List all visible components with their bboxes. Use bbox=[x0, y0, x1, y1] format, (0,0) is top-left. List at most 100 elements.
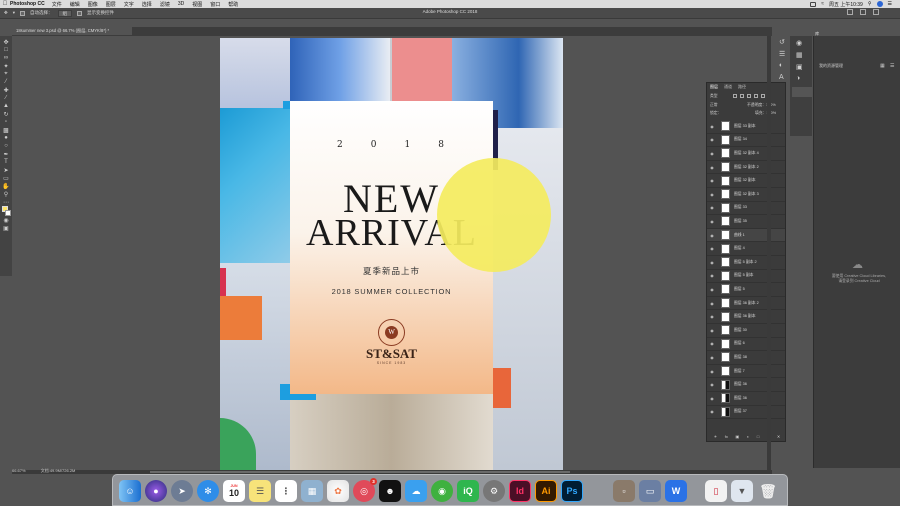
visibility-eye-icon[interactable]: ◉ bbox=[709, 205, 715, 210]
layer-row[interactable]: ◉ 图层 34 bbox=[707, 134, 785, 148]
layer-row[interactable]: ◉ 图层 35 bbox=[707, 215, 785, 229]
illustrator-icon[interactable]: Ai bbox=[535, 480, 557, 502]
visibility-eye-icon[interactable]: ◉ bbox=[709, 369, 715, 374]
adjustments-icon[interactable]: ◐ bbox=[779, 62, 783, 69]
background-color-swatch[interactable] bbox=[4, 210, 11, 216]
photoshop-icon[interactable]: Ps bbox=[561, 480, 583, 502]
clock[interactable]: 周五 上午10:39 bbox=[829, 1, 863, 8]
visibility-eye-icon[interactable]: ◉ bbox=[709, 382, 715, 387]
visibility-eye-icon[interactable]: ◉ bbox=[709, 165, 715, 170]
healing-brush-tool-icon[interactable]: ✚ bbox=[2, 86, 10, 94]
tab-channels[interactable]: 通道 bbox=[724, 84, 732, 90]
menu-image[interactable]: 图像 bbox=[88, 1, 98, 8]
list-view-icon[interactable]: ☰ bbox=[890, 63, 894, 69]
color-swatches[interactable] bbox=[1, 206, 11, 216]
more-tools-icon[interactable]: ⋯ bbox=[2, 198, 10, 206]
layer-row[interactable]: ◉ 图层 33 副本 bbox=[707, 120, 785, 134]
layer-row[interactable]: ◉ 图层 36 bbox=[707, 378, 785, 392]
adjustment-filter-icon[interactable] bbox=[740, 94, 744, 98]
menu-3d[interactable]: 3D bbox=[178, 1, 184, 7]
layer-row[interactable]: ◉ 图层 37 bbox=[707, 406, 785, 420]
quick-mask-icon[interactable]: ◉ bbox=[2, 216, 10, 224]
layer-row[interactable]: ◉ 图层 5 bbox=[707, 283, 785, 297]
zoom-tool-icon[interactable]: ⚲ bbox=[2, 190, 10, 198]
chevron-down-icon[interactable]: ▾ bbox=[13, 10, 15, 16]
baidu-netdisk-icon[interactable]: ☁ bbox=[405, 480, 427, 502]
share-icon[interactable] bbox=[873, 9, 879, 15]
visibility-eye-icon[interactable]: ◉ bbox=[709, 273, 715, 278]
layer-row[interactable]: ◉ 图层 32 副本 2 bbox=[707, 161, 785, 175]
document-tab[interactable]: 18summer new 3.psd @ 66.7% (图层, CMYK/8*)… bbox=[12, 27, 132, 35]
menu-window[interactable]: 窗口 bbox=[210, 1, 220, 8]
screenshot-icon[interactable]: ▭ bbox=[639, 480, 661, 502]
layer-row[interactable]: ◉ 图层 32 副本 3 bbox=[707, 188, 785, 202]
wechat-icon[interactable]: ◉ bbox=[431, 480, 453, 502]
history-brush-tool-icon[interactable]: ↻ bbox=[2, 110, 10, 118]
visibility-eye-icon[interactable]: ◉ bbox=[709, 355, 715, 360]
history-icon[interactable]: ↺ bbox=[779, 38, 785, 46]
grid-view-icon[interactable]: ▦ bbox=[880, 63, 885, 69]
visibility-eye-icon[interactable]: ◉ bbox=[709, 396, 715, 401]
visibility-eye-icon[interactable]: ◉ bbox=[709, 287, 715, 292]
new-group-icon[interactable]: □ bbox=[757, 434, 759, 441]
layer-row[interactable]: ◉ 图层 38 bbox=[707, 351, 785, 365]
tab-layers[interactable]: 图层 bbox=[710, 84, 718, 90]
tab-paths[interactable]: 路径 bbox=[738, 84, 746, 90]
wps-icon[interactable]: W bbox=[665, 480, 687, 502]
type-tool-icon[interactable]: T bbox=[2, 158, 10, 166]
apple-icon[interactable]:  bbox=[0, 1, 10, 7]
visibility-eye-icon[interactable]: ◉ bbox=[709, 341, 715, 346]
brush-tool-icon[interactable]: ∕ bbox=[2, 94, 10, 102]
add-mask-icon[interactable]: ▣ bbox=[735, 434, 739, 441]
properties-icon[interactable]: ☰ bbox=[779, 50, 785, 58]
safari-icon[interactable]: ✻ bbox=[197, 480, 219, 502]
layer-row[interactable]: ◉ 图层 36 副本 2 bbox=[707, 297, 785, 311]
search-icon[interactable] bbox=[847, 9, 853, 15]
menu-view[interactable]: 视图 bbox=[192, 1, 202, 8]
layer-row[interactable]: ◉ 图层 6 bbox=[707, 338, 785, 352]
layer-row[interactable]: ◉ 图层 33 bbox=[707, 202, 785, 216]
battery-icon[interactable] bbox=[810, 1, 817, 7]
dodge-tool-icon[interactable]: ○ bbox=[2, 142, 10, 150]
library-dropdown[interactable]: 我的资源管理 bbox=[819, 63, 843, 69]
blur-tool-icon[interactable]: ● bbox=[2, 134, 10, 142]
auto-select-checkbox[interactable] bbox=[20, 10, 26, 16]
layer-row[interactable]: ◉ 图层 32 副本 4 bbox=[707, 147, 785, 161]
screen-mode-icon[interactable]: ▣ bbox=[2, 224, 10, 232]
document-canvas[interactable]: 2 0 1 8 NEW ARRIVAL 夏季新品上市 2018 SUMMER C… bbox=[220, 38, 563, 470]
layer-row[interactable]: ◉ 图层 4 bbox=[707, 242, 785, 256]
launchpad-icon[interactable]: ➤ bbox=[171, 480, 193, 502]
lasso-tool-icon[interactable]: ∞ bbox=[2, 54, 10, 62]
indesign-icon[interactable]: Id bbox=[509, 480, 531, 502]
marquee-tool-icon[interactable]: □ bbox=[2, 46, 10, 54]
eraser-tool-icon[interactable]: ▫ bbox=[2, 118, 10, 126]
auto-select-dropdown[interactable]: 组 bbox=[57, 9, 73, 17]
shape-filter-icon[interactable] bbox=[754, 94, 758, 98]
gradient-tool-icon[interactable]: ▩ bbox=[2, 126, 10, 134]
transform-checkbox[interactable] bbox=[77, 10, 83, 16]
zoom-level[interactable]: 66.67% bbox=[12, 468, 26, 473]
menu-help[interactable]: 帮助 bbox=[228, 1, 238, 8]
visibility-eye-icon[interactable]: ◉ bbox=[709, 137, 715, 142]
adjustment-layer-icon[interactable]: ◐ bbox=[747, 434, 749, 441]
document-icon[interactable]: ▯ bbox=[705, 480, 727, 502]
visibility-eye-icon[interactable]: ◉ bbox=[709, 301, 715, 306]
iqiyi-icon[interactable]: iQ bbox=[457, 480, 479, 502]
visibility-eye-icon[interactable]: ◉ bbox=[709, 260, 715, 265]
layer-row[interactable]: ◉ 曲线 1 bbox=[707, 228, 785, 243]
visibility-eye-icon[interactable]: ◉ bbox=[709, 124, 715, 129]
finder-icon[interactable]: ☺ bbox=[119, 480, 141, 502]
visibility-eye-icon[interactable]: ◉ bbox=[709, 233, 715, 238]
type-filter-icon[interactable] bbox=[747, 94, 751, 98]
layer-style-icon[interactable]: fx bbox=[725, 434, 728, 441]
clone-stamp-tool-icon[interactable]: ▲ bbox=[2, 102, 10, 110]
layer-filter-dropdown[interactable]: 类型 bbox=[710, 94, 718, 99]
hand-tool-icon[interactable]: ✋ bbox=[2, 182, 10, 190]
notes-icon[interactable]: ☰ bbox=[249, 480, 271, 502]
document-info[interactable]: 文档:49.9M/726.2M bbox=[41, 468, 76, 473]
character-icon[interactable]: A bbox=[779, 74, 784, 81]
preview-icon[interactable]: ▦ bbox=[301, 480, 323, 502]
visibility-eye-icon[interactable]: ◉ bbox=[709, 219, 715, 224]
visibility-eye-icon[interactable]: ◉ bbox=[709, 151, 715, 156]
visibility-eye-icon[interactable]: ◉ bbox=[709, 178, 715, 183]
